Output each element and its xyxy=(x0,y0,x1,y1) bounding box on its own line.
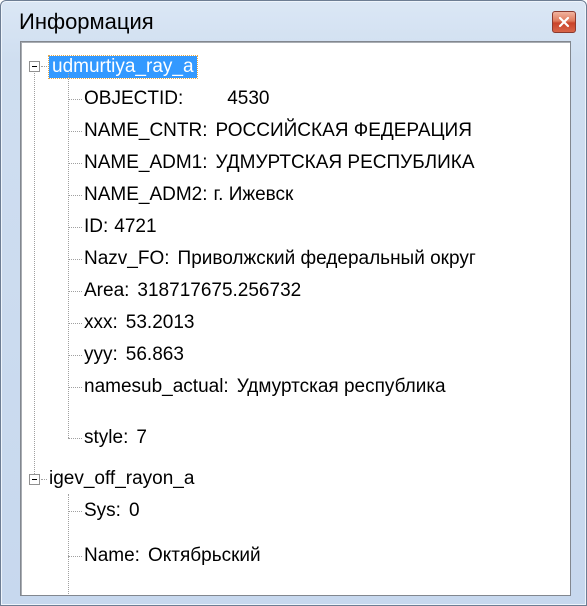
collapse-toggle-icon[interactable] xyxy=(29,474,40,485)
field-key: Name: xyxy=(84,545,140,566)
tree-connector xyxy=(68,438,82,439)
tree-connector xyxy=(68,99,82,100)
field-value: Приволжский федеральный округ xyxy=(177,248,476,269)
tree-connector xyxy=(41,479,47,480)
tree-connector xyxy=(68,511,82,512)
field-key: NAME_CNTR: xyxy=(84,120,208,141)
collapse-toggle-icon[interactable] xyxy=(29,61,40,72)
tree-field-row[interactable]: ID: 4721 xyxy=(84,212,157,242)
tree-field-row[interactable]: Nazv_FO: Приволжский федеральный округ xyxy=(84,244,476,274)
field-key: NAME_ADM2: xyxy=(84,184,208,205)
field-key: Nazv_FO: xyxy=(84,248,170,269)
field-value: 4721 xyxy=(114,216,157,237)
field-value: Октябрьский xyxy=(147,545,261,566)
field-value: г. Ижевск xyxy=(213,184,294,205)
window-title: Информация xyxy=(19,9,154,34)
tree-field-row[interactable]: Info:0 xyxy=(84,595,140,596)
tree-connector xyxy=(68,323,82,324)
field-key: namesub_actual: xyxy=(84,376,229,397)
field-value: 7 xyxy=(136,427,147,448)
title-bar[interactable]: Информация xyxy=(1,1,586,41)
tree-connector xyxy=(68,227,82,228)
field-key: Area: xyxy=(84,280,130,301)
tree-field-row[interactable]: style: 7 xyxy=(84,423,147,453)
tree-field-row[interactable]: OBJECTID: 4530 xyxy=(84,84,270,114)
field-value: Удмуртская республика xyxy=(236,376,446,397)
field-key: NAME_ADM1: xyxy=(84,152,208,173)
tree-connector xyxy=(68,556,82,557)
close-button[interactable] xyxy=(552,11,576,33)
layer-name[interactable]: igev_off_rayon_a xyxy=(49,468,194,489)
tree-field-row[interactable]: NAME_ADM2: г. Ижевск xyxy=(84,180,293,210)
tree-connector xyxy=(68,131,82,132)
tree-connector xyxy=(68,163,82,164)
close-x-icon xyxy=(558,16,570,28)
field-value: 53.2013 xyxy=(125,312,195,333)
tree-field-row[interactable]: Sys: 0 xyxy=(84,496,140,526)
field-key: xxx: xyxy=(84,312,118,333)
tree-connector xyxy=(68,195,82,196)
field-value: 56.863 xyxy=(125,344,184,365)
field-value: 0 xyxy=(128,500,140,521)
layer-name[interactable]: udmurtiya_ray_a xyxy=(48,55,198,79)
field-key: Sys: xyxy=(84,500,121,521)
tree-field-row[interactable]: NAME_ADM1: УДМУРТСКАЯ РЕСПУБЛИКА xyxy=(84,148,475,178)
tree-connector xyxy=(68,355,82,356)
tree-connector xyxy=(68,259,82,260)
field-value: УДМУРТСКАЯ РЕСПУБЛИКА xyxy=(215,152,475,173)
field-key: yyy: xyxy=(84,344,118,365)
tree-connector xyxy=(68,73,69,438)
info-window: Информация udmurtiya_ray_a OBJECTID: 4530… xyxy=(0,0,587,606)
tree-connector xyxy=(68,291,82,292)
tree-field-row[interactable]: NAME_CNTR: РОССИЙСКАЯ ФЕДЕРАЦИЯ xyxy=(84,116,472,146)
field-value: 4530 xyxy=(227,88,270,109)
tree-field-row[interactable]: xxx: 53.2013 xyxy=(84,308,194,338)
tree-connector xyxy=(34,73,35,480)
info-tree-view[interactable]: udmurtiya_ray_a OBJECTID: 4530 NAME_CNTR:… xyxy=(20,41,571,596)
tree-node-layer[interactable]: udmurtiya_ray_a xyxy=(48,52,198,82)
tree-field-row[interactable]: namesub_actual: Удмуртская республика xyxy=(84,372,446,402)
tree-connector xyxy=(41,66,49,67)
tree-field-row[interactable]: Name: Октябрьский xyxy=(84,541,261,571)
tree-connector xyxy=(68,494,69,595)
field-value: РОССИЙСКАЯ ФЕДЕРАЦИЯ xyxy=(215,120,472,141)
attribute-tree[interactable]: udmurtiya_ray_a OBJECTID: 4530 NAME_CNTR:… xyxy=(21,42,570,595)
field-key: OBJECTID: xyxy=(84,88,184,109)
field-key: style: xyxy=(84,427,129,448)
tree-field-row[interactable]: yyy: 56.863 xyxy=(84,340,184,370)
tree-field-row[interactable]: Area: 318717675.256732 xyxy=(84,276,301,306)
tree-node-layer[interactable]: igev_off_rayon_a xyxy=(49,464,194,494)
field-value: 318717675.256732 xyxy=(137,280,302,301)
tree-connector xyxy=(68,387,82,388)
field-key: ID: xyxy=(84,216,109,237)
